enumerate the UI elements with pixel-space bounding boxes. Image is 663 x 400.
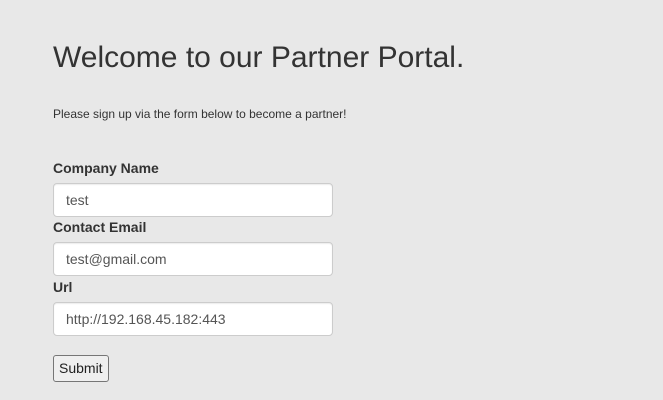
intro-text: Please sign up via the form below to bec… (53, 107, 347, 121)
url-input[interactable] (53, 302, 333, 336)
contact-email-input[interactable] (53, 242, 333, 276)
company-name-label: Company Name (53, 160, 159, 176)
submit-button[interactable]: Submit (53, 355, 109, 382)
page-title: Welcome to our Partner Portal. (53, 41, 465, 74)
company-name-input[interactable] (53, 183, 333, 217)
url-label: Url (53, 279, 73, 295)
contact-email-label: Contact Email (53, 219, 147, 235)
partner-portal-page: Welcome to our Partner Portal. Please si… (0, 0, 663, 400)
